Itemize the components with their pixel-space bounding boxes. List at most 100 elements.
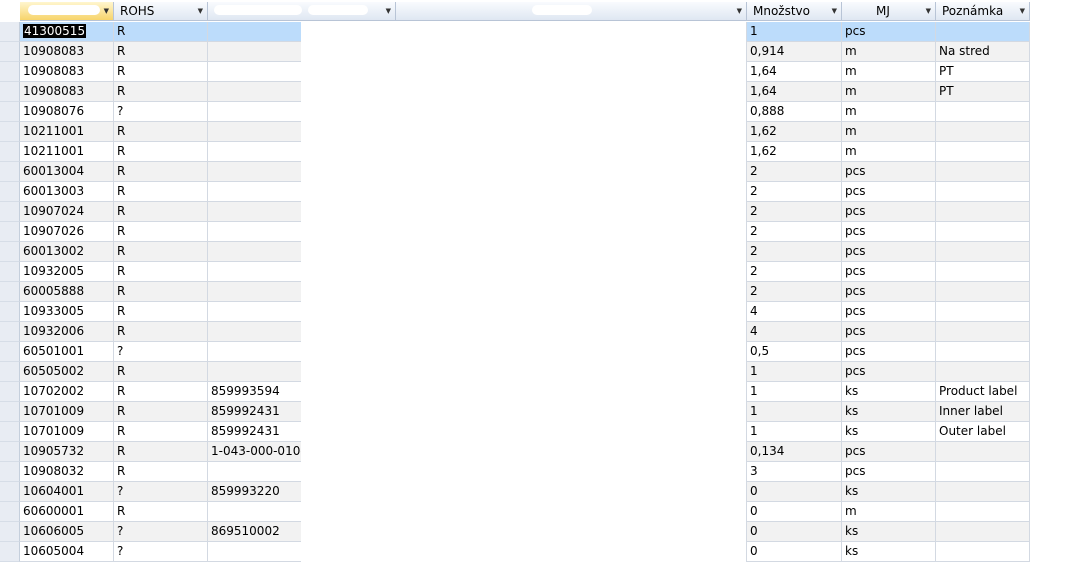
cell-note[interactable] bbox=[936, 522, 1030, 542]
cell-reference[interactable] bbox=[208, 202, 302, 222]
row-selector[interactable] bbox=[0, 162, 20, 182]
cell-note[interactable]: Product label bbox=[936, 382, 1030, 402]
cell-unit[interactable]: m bbox=[842, 122, 936, 142]
cell-rohs[interactable]: R bbox=[114, 302, 208, 322]
cell-rohs[interactable]: ? bbox=[114, 522, 208, 542]
cell-quantity[interactable]: 0,888 bbox=[747, 102, 842, 122]
cell-code[interactable]: 10211001 bbox=[20, 122, 114, 142]
column-header-rohs[interactable]: ROHS ▼ bbox=[114, 2, 208, 21]
cell-quantity[interactable]: 4 bbox=[747, 322, 842, 342]
cell-code[interactable]: 10905732 bbox=[20, 442, 114, 462]
cell-reference[interactable] bbox=[208, 222, 302, 242]
row-selector[interactable] bbox=[0, 302, 20, 322]
cell-code[interactable]: 10701009 bbox=[20, 402, 114, 422]
cell-unit[interactable]: pcs bbox=[842, 442, 936, 462]
row-selector[interactable] bbox=[0, 282, 20, 302]
cell-code[interactable]: 10908083 bbox=[20, 62, 114, 82]
cell-reference[interactable]: 859993594 bbox=[208, 382, 302, 402]
cell-reference[interactable]: 859993220 bbox=[208, 482, 302, 502]
cell-note[interactable]: Outer label bbox=[936, 422, 1030, 442]
cell-quantity[interactable]: 0 bbox=[747, 522, 842, 542]
row-selector[interactable] bbox=[0, 202, 20, 222]
cell-code[interactable]: 41300515 bbox=[20, 22, 114, 42]
cell-reference[interactable] bbox=[208, 62, 302, 82]
cell-rohs[interactable]: R bbox=[114, 282, 208, 302]
cell-rohs[interactable]: R bbox=[114, 362, 208, 382]
column-header-note[interactable]: Poznámka ▼ bbox=[936, 2, 1030, 21]
row-selector[interactable] bbox=[0, 182, 20, 202]
cell-reference[interactable] bbox=[208, 182, 302, 202]
cell-quantity[interactable]: 0,134 bbox=[747, 442, 842, 462]
cell-code[interactable]: 10908032 bbox=[20, 462, 114, 482]
cell-quantity[interactable]: 4 bbox=[747, 302, 842, 322]
cell-unit[interactable]: pcs bbox=[842, 282, 936, 302]
cell-note[interactable] bbox=[936, 262, 1030, 282]
cell-quantity[interactable]: 1,62 bbox=[747, 122, 842, 142]
cell-unit[interactable]: ks bbox=[842, 382, 936, 402]
cell-note[interactable] bbox=[936, 362, 1030, 382]
chevron-down-icon[interactable]: ▼ bbox=[386, 2, 391, 20]
cell-quantity[interactable]: 2 bbox=[747, 182, 842, 202]
cell-reference[interactable] bbox=[208, 362, 302, 382]
cell-rohs[interactable]: R bbox=[114, 242, 208, 262]
cell-unit[interactable]: m bbox=[842, 102, 936, 122]
row-selector[interactable] bbox=[0, 522, 20, 542]
cell-quantity[interactable]: 0 bbox=[747, 482, 842, 502]
cell-reference[interactable] bbox=[208, 342, 302, 362]
cell-quantity[interactable]: 2 bbox=[747, 282, 842, 302]
cell-code[interactable]: 10211001 bbox=[20, 142, 114, 162]
cell-note[interactable] bbox=[936, 22, 1030, 42]
cell-note[interactable] bbox=[936, 322, 1030, 342]
cell-note[interactable] bbox=[936, 462, 1030, 482]
cell-unit[interactable]: m bbox=[842, 142, 936, 162]
cell-rohs[interactable]: R bbox=[114, 162, 208, 182]
cell-rohs[interactable]: R bbox=[114, 422, 208, 442]
cell-rohs[interactable]: R bbox=[114, 262, 208, 282]
cell-rohs[interactable]: R bbox=[114, 202, 208, 222]
cell-rohs[interactable]: R bbox=[114, 402, 208, 422]
cell-unit[interactable]: ks bbox=[842, 482, 936, 502]
cell-reference[interactable]: 869510002 bbox=[208, 522, 302, 542]
row-selector[interactable] bbox=[0, 82, 20, 102]
cell-rohs[interactable]: R bbox=[114, 22, 208, 42]
chevron-down-icon[interactable]: ▼ bbox=[926, 2, 931, 20]
cell-rohs[interactable]: R bbox=[114, 82, 208, 102]
cell-code[interactable]: 10932005 bbox=[20, 262, 114, 282]
cell-note[interactable] bbox=[936, 122, 1030, 142]
cell-note[interactable] bbox=[936, 542, 1030, 562]
cell-reference[interactable]: 1-043-000-010- bbox=[208, 442, 302, 462]
cell-quantity[interactable]: 0 bbox=[747, 502, 842, 522]
row-selector[interactable] bbox=[0, 262, 20, 282]
cell-quantity[interactable]: 2 bbox=[747, 262, 842, 282]
cell-note[interactable] bbox=[936, 502, 1030, 522]
cell-rohs[interactable]: R bbox=[114, 502, 208, 522]
cell-code[interactable]: 10932006 bbox=[20, 322, 114, 342]
row-selector[interactable] bbox=[0, 542, 20, 562]
cell-unit[interactable]: m bbox=[842, 42, 936, 62]
cell-rohs[interactable]: ? bbox=[114, 102, 208, 122]
cell-quantity[interactable]: 2 bbox=[747, 162, 842, 182]
cell-quantity[interactable]: 1 bbox=[747, 362, 842, 382]
cell-quantity[interactable]: 1 bbox=[747, 422, 842, 442]
row-selector[interactable] bbox=[0, 102, 20, 122]
cell-code[interactable]: 10907024 bbox=[20, 202, 114, 222]
cell-reference[interactable]: 859992431 bbox=[208, 402, 302, 422]
chevron-down-icon[interactable]: ▼ bbox=[737, 2, 742, 20]
cell-quantity[interactable]: 1 bbox=[747, 22, 842, 42]
cell-unit[interactable]: ks bbox=[842, 542, 936, 562]
cell-reference[interactable] bbox=[208, 262, 302, 282]
cell-rohs[interactable]: R bbox=[114, 322, 208, 342]
cell-reference[interactable] bbox=[208, 242, 302, 262]
cell-reference[interactable] bbox=[208, 162, 302, 182]
cell-code[interactable]: 10604001 bbox=[20, 482, 114, 502]
cell-reference[interactable] bbox=[208, 122, 302, 142]
cell-code[interactable]: 10933005 bbox=[20, 302, 114, 322]
cell-quantity[interactable]: 0 bbox=[747, 542, 842, 562]
cell-unit[interactable]: ks bbox=[842, 402, 936, 422]
row-selector[interactable] bbox=[0, 62, 20, 82]
chevron-down-icon[interactable]: ▼ bbox=[832, 2, 837, 20]
cell-note[interactable] bbox=[936, 102, 1030, 122]
cell-unit[interactable]: pcs bbox=[842, 362, 936, 382]
cell-code[interactable]: 60013003 bbox=[20, 182, 114, 202]
cell-quantity[interactable]: 3 bbox=[747, 462, 842, 482]
